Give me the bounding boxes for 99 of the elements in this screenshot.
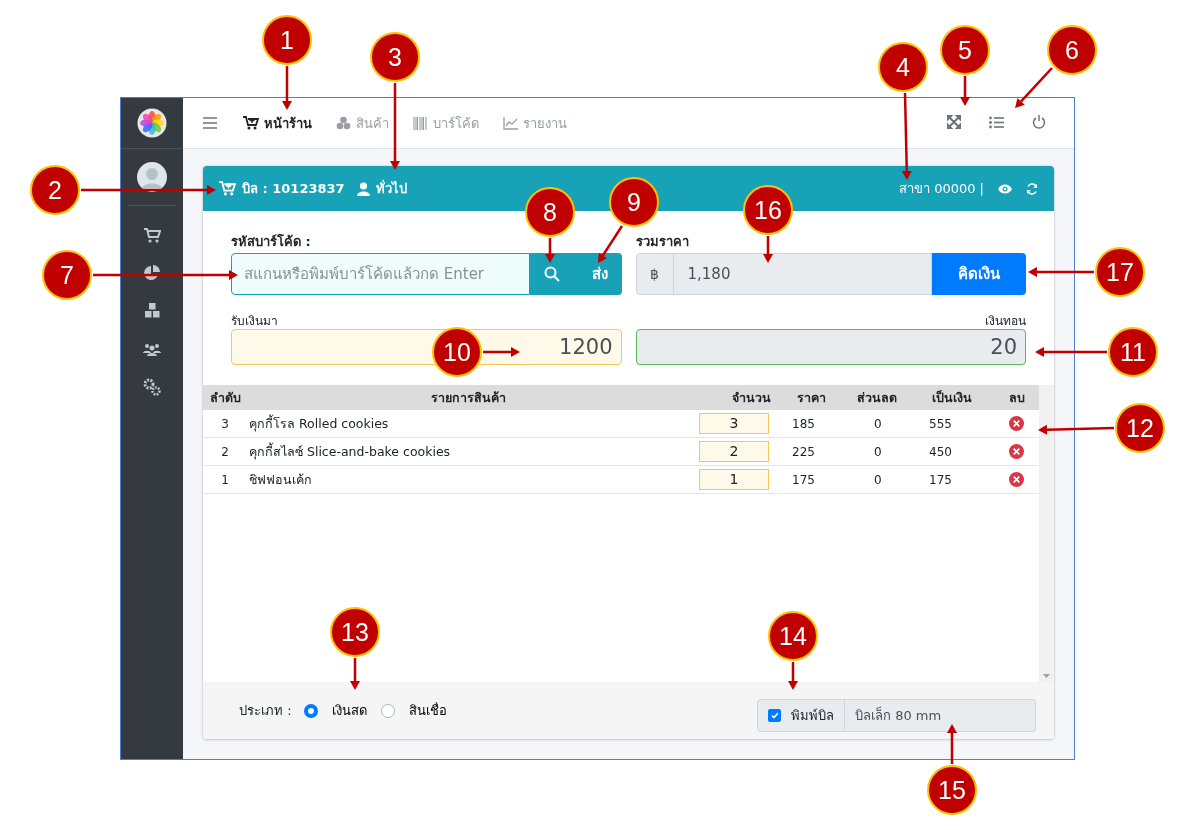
callout-marker: 9 — [609, 177, 659, 227]
paper-size-field[interactable]: บิลเล็ก 80 mm — [845, 699, 1036, 732]
fullscreen-icon[interactable] — [947, 114, 961, 129]
field-label: เงินทอน — [985, 313, 1026, 329]
callout-marker: 12 — [1115, 403, 1165, 453]
callout-arrow — [788, 662, 798, 690]
callout-arrow — [598, 225, 624, 263]
user-icon — [356, 181, 370, 196]
payment-radio[interactable]: สินเชื่อ — [380, 700, 447, 721]
delete-icon[interactable] — [1009, 444, 1024, 459]
print-label: พิมพ์บิล — [791, 707, 834, 725]
search-button[interactable] — [529, 253, 574, 295]
callout-marker: 10 — [432, 327, 482, 377]
customer-name: ทั่วไป — [375, 178, 407, 198]
quantity-field[interactable]: 1 — [699, 469, 769, 490]
checkout-button[interactable]: คิดเงิน — [932, 253, 1026, 295]
cogs-icon[interactable] — [143, 378, 161, 396]
callout-marker: 17 — [1095, 247, 1145, 297]
radio-label: เงินสด — [331, 702, 367, 720]
callout-marker: 16 — [743, 185, 793, 235]
logo-icon[interactable] — [137, 108, 167, 138]
quantity-field[interactable]: 3 — [699, 413, 769, 434]
callout-arrow — [282, 66, 292, 110]
avatar-icon[interactable] — [137, 162, 167, 192]
callout-arrow — [947, 724, 957, 764]
callout-marker: 8 — [525, 187, 575, 237]
total-field: 1,180 — [673, 253, 932, 295]
print-toggle[interactable]: พิมพ์บิล — [757, 699, 845, 732]
callout-marker: 2 — [30, 165, 80, 215]
table-cell-text: คุกกี้โรล Rolled cookies — [248, 413, 390, 434]
eye-icon[interactable] — [998, 183, 1012, 194]
list-icon[interactable] — [989, 115, 1004, 129]
callout-arrow — [960, 76, 970, 106]
checkbox[interactable] — [768, 709, 781, 722]
barcode-icon — [413, 116, 428, 130]
pie-chart-icon[interactable] — [143, 264, 161, 282]
cart-icon[interactable] — [143, 226, 161, 244]
column-header: เป็นเงิน — [930, 388, 973, 407]
cubes-icon — [336, 116, 351, 130]
callout-arrow — [1015, 67, 1053, 108]
callout-marker: 11 — [1108, 327, 1158, 377]
radio-label: สินเชื่อ — [408, 701, 447, 720]
table-cell-text: 3 — [220, 416, 230, 431]
table-cell-text: 0 — [873, 416, 883, 431]
line-chart-icon — [503, 116, 518, 130]
cubes-icon[interactable] — [143, 302, 161, 320]
table-cell-text: 555 — [928, 416, 953, 431]
callout-marker: 15 — [927, 765, 977, 815]
column-header: ราคา — [796, 388, 827, 407]
power-icon[interactable] — [1032, 114, 1046, 129]
payment-radio[interactable]: เงินสด — [303, 700, 367, 721]
barcode-input[interactable]: สแกนหรือพิมพ์บาร์โค้ดแล้วกด Enter — [231, 253, 530, 295]
callout-arrow — [483, 347, 520, 357]
table-cell-text: คุกกี้สไลซ์ Slice-and-bake cookies — [248, 441, 452, 462]
table-cell-text: 185 — [791, 416, 816, 431]
callout-arrow — [545, 238, 555, 263]
column-header: ส่วนลด — [855, 388, 898, 407]
quantity-field[interactable]: 2 — [699, 441, 769, 462]
callout-marker: 14 — [768, 611, 818, 661]
refresh-icon[interactable] — [1026, 182, 1038, 195]
callout-arrow — [1028, 267, 1094, 277]
delete-icon[interactable] — [1009, 472, 1024, 487]
column-header: จำนวน — [731, 388, 772, 407]
menu-icon[interactable] — [203, 117, 217, 129]
branch-label: สาขา 00000 | — [899, 180, 984, 198]
table-cell-text: 225 — [791, 444, 816, 459]
cart-plus-icon — [219, 181, 236, 196]
callout-marker: 6 — [1047, 25, 1097, 75]
callout-marker: 13 — [330, 607, 380, 657]
currency-addon: ฿ — [635, 253, 674, 295]
callout-marker: 3 — [370, 32, 420, 82]
table-cell-text: 2 — [220, 444, 230, 459]
callout-arrow — [1035, 347, 1107, 357]
nav-tab[interactable]: หน้าร้าน — [233, 106, 322, 140]
column-header: รายการสินค้า — [429, 388, 507, 407]
bill-number: บิล : 10123837 — [242, 180, 345, 198]
column-header: ลบ — [1007, 388, 1026, 407]
callout-arrow — [350, 658, 360, 690]
field-label: รวมราคา — [635, 233, 689, 251]
table-cell-text: 175 — [791, 472, 816, 487]
table-cell-text: ชิฟฟอนเค้ก — [248, 470, 313, 489]
field-label: รหัสบาร์โค้ด : — [231, 233, 311, 251]
column-header: ลำดับ — [208, 388, 242, 407]
cart-plus-icon — [243, 116, 259, 130]
type-label: ประเภท : — [239, 702, 292, 720]
table-cell-text: 0 — [873, 472, 883, 487]
callout-marker: 7 — [42, 250, 92, 300]
table-cell-text: 0 — [873, 444, 883, 459]
table-cell-text: 175 — [928, 472, 953, 487]
field-label: รับเงินมา — [231, 313, 278, 329]
table-cell-text: 1 — [220, 472, 230, 487]
table-cell-text: 450 — [928, 444, 953, 459]
delete-icon[interactable] — [1009, 416, 1024, 431]
search-icon — [543, 266, 560, 282]
callout-arrow — [763, 236, 773, 263]
callout-marker: 4 — [878, 42, 928, 92]
callout-marker: 1 — [262, 15, 312, 65]
callout-marker: 5 — [940, 25, 990, 75]
change-field: 20 — [635, 329, 1026, 365]
